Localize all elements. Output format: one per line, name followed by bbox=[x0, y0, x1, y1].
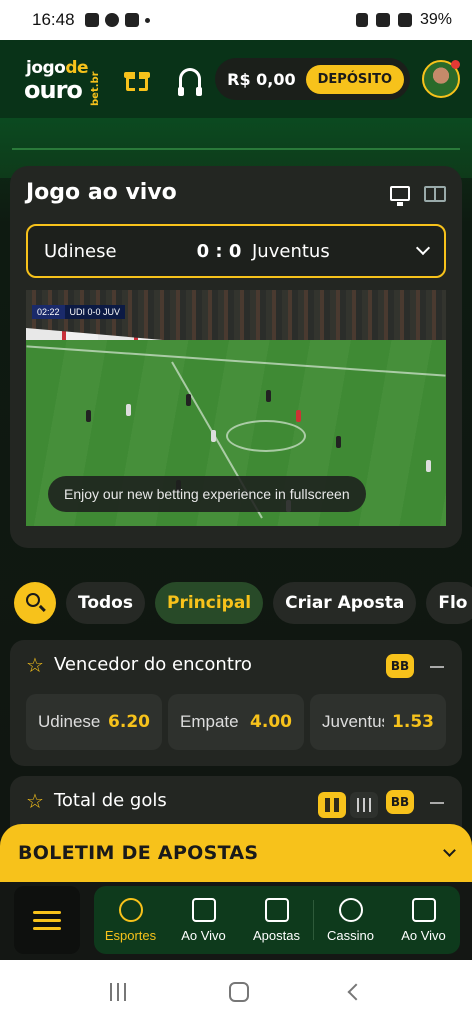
monitor-icon[interactable] bbox=[390, 186, 410, 206]
search-button[interactable] bbox=[14, 582, 56, 624]
odd-draw[interactable]: Empate 4.00 bbox=[168, 694, 304, 750]
live-video[interactable]: 02:22 UDI 0-0 JUV Enjoy our new betting … bbox=[26, 290, 446, 526]
match-selector[interactable]: Udinese 0 : 0 Juventus bbox=[26, 224, 446, 278]
more-dot-icon bbox=[144, 17, 150, 23]
menu-button[interactable] bbox=[14, 886, 80, 954]
top-header: jogode ouro bet.br R$ 0,00 DEPÓSITO bbox=[0, 40, 472, 118]
casino-chip-icon bbox=[338, 897, 363, 922]
match-score: 0 : 0 bbox=[196, 240, 242, 262]
whatsapp-icon bbox=[104, 13, 119, 27]
betslip-title: BOLETIM DE APOSTAS bbox=[18, 842, 259, 864]
nav-ao-vivo[interactable]: Ao Vivo bbox=[167, 886, 240, 954]
market-header[interactable]: ☆ Total de gols bbox=[26, 790, 167, 811]
nav-group: Esportes Ao Vivo Apostas Cassino Ao Vivo bbox=[94, 886, 460, 954]
gallery-icon bbox=[84, 13, 99, 27]
odds-row: Udinese 6.20 Empate 4.00 Juventus 1.53 bbox=[26, 694, 446, 750]
bet-builder-badge[interactable]: BB bbox=[386, 790, 414, 814]
bet-builder-badge[interactable]: BB bbox=[386, 654, 414, 678]
soccer-ball-icon bbox=[118, 897, 143, 922]
avatar[interactable] bbox=[422, 60, 460, 98]
bottom-nav: Esportes Ao Vivo Apostas Cassino Ao Vivo bbox=[0, 882, 472, 960]
nav-esportes[interactable]: Esportes bbox=[94, 886, 167, 954]
wifi-icon bbox=[375, 13, 390, 27]
logo-line1: jogode bbox=[26, 58, 89, 78]
sliders-icon[interactable] bbox=[350, 792, 378, 818]
tab-more[interactable]: Flo bbox=[426, 582, 472, 624]
cards-icon bbox=[411, 897, 436, 922]
logo-domain: bet.br bbox=[90, 71, 101, 106]
home-icon[interactable] bbox=[228, 982, 249, 1002]
logo-line2: ouro bbox=[24, 76, 83, 104]
wallet: R$ 0,00 DEPÓSITO bbox=[215, 58, 410, 100]
odd-home[interactable]: Udinese 6.20 bbox=[26, 694, 162, 750]
balance: R$ 0,00 bbox=[227, 69, 296, 89]
tab-todos[interactable]: Todos bbox=[66, 582, 145, 624]
tab-criar-aposta[interactable]: Criar Aposta bbox=[273, 582, 417, 624]
market-filters: Todos Principal Criar Aposta Flo bbox=[14, 582, 472, 624]
s-icon bbox=[124, 13, 139, 27]
betslip-bar[interactable]: BOLETIM DE APOSTAS bbox=[0, 824, 472, 882]
live-pitch-icon bbox=[191, 897, 216, 922]
market-title: Vencedor do encontro bbox=[53, 654, 252, 675]
fullscreen-tip[interactable]: Enjoy our new betting experience in full… bbox=[48, 476, 366, 512]
chevron-down-icon bbox=[443, 843, 456, 857]
status-time: 16:48 bbox=[32, 10, 75, 29]
nav-apostas[interactable]: Apostas bbox=[240, 886, 313, 954]
pitch-icon[interactable] bbox=[424, 186, 446, 202]
video-scorebug: 02:22 UDI 0-0 JUV bbox=[32, 304, 126, 320]
nav-ao-vivo-casino[interactable]: Ao Vivo bbox=[387, 886, 460, 954]
star-icon[interactable]: ☆ bbox=[26, 655, 44, 675]
video-clock: 02:22 bbox=[32, 305, 65, 319]
notification-icons bbox=[84, 13, 150, 27]
system-nav-bar bbox=[0, 960, 472, 1024]
live-title: Jogo ao vivo bbox=[26, 180, 177, 205]
recents-icon[interactable] bbox=[110, 983, 129, 1001]
gift-icon[interactable] bbox=[124, 66, 150, 92]
video-scoreline: UDI 0-0 JUV bbox=[64, 305, 126, 319]
system-icons: 39% bbox=[355, 11, 452, 29]
market-header[interactable]: ☆ Vencedor do encontro bbox=[26, 654, 252, 675]
market-match-winner: ☆ Vencedor do encontro BB Udinese 6.20 E… bbox=[10, 640, 462, 766]
market-title: Total de gols bbox=[53, 790, 167, 811]
tab-principal[interactable]: Principal bbox=[154, 582, 264, 624]
chevron-down-icon bbox=[415, 240, 431, 256]
headset-support-icon[interactable] bbox=[178, 68, 203, 96]
nav-cassino[interactable]: Cassino bbox=[314, 886, 387, 954]
away-team: Juventus bbox=[252, 240, 330, 262]
search-icon bbox=[26, 593, 40, 607]
deposit-button[interactable]: DEPÓSITO bbox=[305, 64, 404, 94]
star-icon[interactable]: ☆ bbox=[26, 791, 44, 811]
mute-icon bbox=[355, 13, 368, 27]
brand-logo[interactable]: jogode ouro bet.br bbox=[20, 54, 104, 106]
signal-icon bbox=[397, 13, 412, 27]
back-icon[interactable] bbox=[347, 983, 365, 1001]
odd-away[interactable]: Juventus 1.53 bbox=[310, 694, 446, 750]
home-team: Udinese bbox=[44, 240, 117, 262]
ticket-icon bbox=[264, 897, 289, 922]
app: jogode ouro bet.br R$ 0,00 DEPÓSITO Jogo… bbox=[0, 40, 472, 960]
grid-view-icon[interactable] bbox=[318, 792, 346, 818]
notification-dot bbox=[451, 60, 460, 69]
minus-icon[interactable] bbox=[430, 666, 444, 668]
minus-icon[interactable] bbox=[430, 802, 444, 804]
live-match-card: Jogo ao vivo Udinese 0 : 0 Juventus 02:2… bbox=[10, 166, 462, 548]
battery-level: 39% bbox=[419, 11, 452, 28]
status-bar: 16:48 39% bbox=[0, 0, 472, 40]
